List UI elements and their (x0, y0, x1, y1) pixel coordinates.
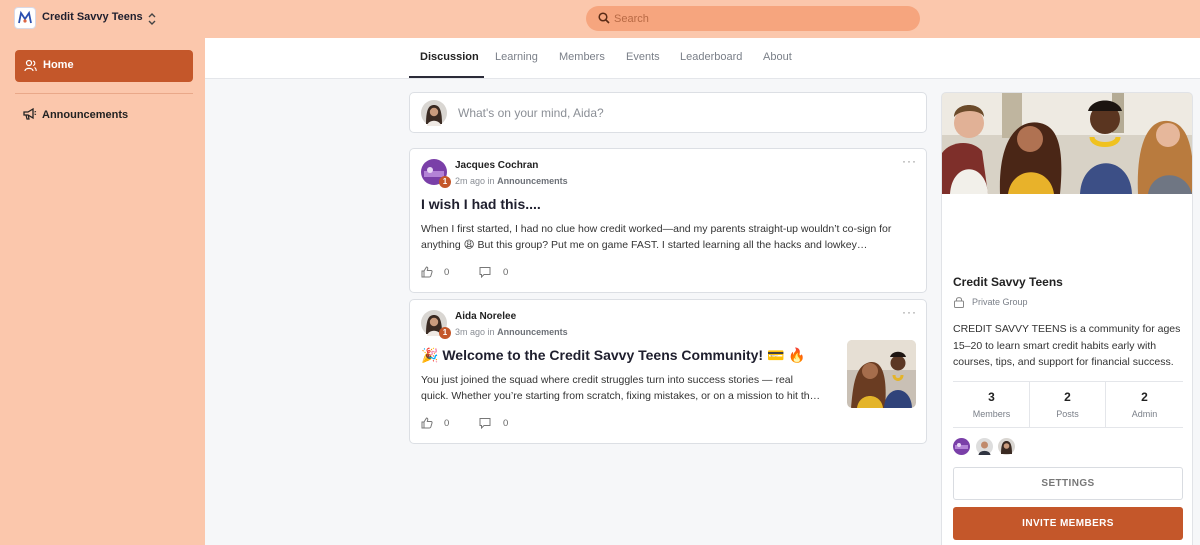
level-badge: 1 (439, 176, 451, 188)
comment-icon[interactable] (479, 266, 491, 278)
settings-button[interactable]: SETTINGS (953, 467, 1183, 500)
lock-icon (954, 297, 964, 308)
post-card[interactable]: 1 Aida Norelee 3m ago in Announcements ·… (409, 299, 927, 444)
group-cover-image (942, 93, 1192, 194)
group-privacy: Private Group (972, 297, 1028, 307)
avatar (421, 100, 447, 126)
post-meta: 3m ago in Announcements (455, 327, 568, 337)
comment-count: 0 (503, 418, 509, 429)
sidebar: Home Announcements (0, 38, 205, 545)
stat-value: 3 (988, 390, 995, 404)
invite-members-button[interactable]: INVITE MEMBERS (953, 507, 1183, 540)
post-body: When I first started, I had no clue how … (421, 221, 891, 253)
post-time: 2m ago (455, 176, 486, 186)
search-input[interactable] (614, 6, 904, 31)
stat-label: Members (972, 409, 1011, 419)
post-category[interactable]: Announcements (497, 176, 568, 186)
tab-learning[interactable]: Learning (495, 51, 538, 63)
like-icon[interactable] (421, 417, 433, 429)
tab-events[interactable]: Events (626, 51, 660, 63)
post-meta-in: in (487, 176, 495, 186)
sidebar-item-label: Home (43, 59, 74, 71)
post-composer[interactable] (409, 92, 927, 133)
top-bar: Credit Savvy Teens (0, 0, 1200, 38)
tab-leaderboard[interactable]: Leaderboard (680, 51, 742, 63)
users-icon (24, 59, 37, 72)
post-body-line: quick. Whether you’re starting from scra… (421, 390, 821, 402)
post-meta-in: in (487, 327, 495, 337)
app-name[interactable]: Credit Savvy Teens (42, 11, 143, 23)
comment-icon[interactable] (479, 417, 491, 429)
group-name: Credit Savvy Teens (953, 275, 1063, 289)
post-body-line: When I first started, I had no clue how … (421, 223, 892, 235)
avatar[interactable] (976, 438, 993, 455)
avatar[interactable] (953, 438, 970, 455)
post-meta: 2m ago in Announcements (455, 176, 568, 186)
composer-input[interactable] (458, 103, 908, 123)
stat-admin[interactable]: 2 Admin (1106, 382, 1183, 428)
megaphone-icon (23, 107, 37, 120)
more-options-icon[interactable]: ··· (902, 305, 917, 319)
sidebar-divider (15, 93, 193, 94)
post-author[interactable]: Aida Norelee (455, 311, 516, 322)
stat-label: Posts (1056, 409, 1079, 419)
group-info-card: Credit Savvy Teens Private Group CREDIT … (941, 92, 1193, 545)
post-body-line: You just joined the squad where credit s… (421, 374, 793, 386)
post-body: You just joined the squad where credit s… (421, 372, 820, 404)
tab-members[interactable]: Members (559, 51, 605, 63)
level-badge: 1 (439, 327, 451, 339)
avatar[interactable] (998, 438, 1015, 455)
stat-members[interactable]: 3 Members (953, 382, 1030, 428)
post-title[interactable]: I wish I had this.... (421, 196, 541, 212)
search-icon (598, 12, 610, 24)
post-category[interactable]: Announcements (497, 327, 568, 337)
like-count: 0 (444, 267, 450, 278)
search-bar[interactable] (586, 6, 920, 31)
stat-value: 2 (1141, 390, 1148, 404)
like-icon[interactable] (421, 266, 433, 278)
stat-posts[interactable]: 2 Posts (1029, 382, 1106, 428)
tab-about[interactable]: About (763, 51, 792, 63)
post-thumbnail[interactable] (847, 340, 916, 408)
stat-value: 2 (1064, 390, 1071, 404)
tab-discussion[interactable]: Discussion (420, 51, 479, 63)
stat-label: Admin (1131, 409, 1158, 419)
chevron-up-down-icon[interactable] (146, 10, 158, 28)
post-time: 3m ago (455, 327, 486, 337)
group-stats: 3 Members 2 Posts 2 Admin (953, 381, 1183, 428)
sidebar-item-home[interactable]: Home (15, 50, 193, 82)
post-author[interactable]: Jacques Cochran (455, 160, 538, 171)
comment-count: 0 (503, 267, 509, 278)
post-title[interactable]: 🎉 Welcome to the Credit Savvy Teens Comm… (421, 347, 806, 364)
post-body-line: anything 😩 But this group? Put me on gam… (421, 239, 868, 251)
post-card[interactable]: 1 Jacques Cochran 2m ago in Announcement… (409, 148, 927, 293)
like-count: 0 (444, 418, 450, 429)
active-tab-indicator (409, 76, 484, 78)
sidebar-item-announcements[interactable]: Announcements (15, 104, 193, 126)
sidebar-item-label: Announcements (42, 109, 129, 121)
app-logo-icon[interactable] (14, 7, 36, 29)
more-options-icon[interactable]: ··· (902, 154, 917, 168)
group-description: CREDIT SAVVY TEENS is a community for ag… (953, 323, 1181, 368)
